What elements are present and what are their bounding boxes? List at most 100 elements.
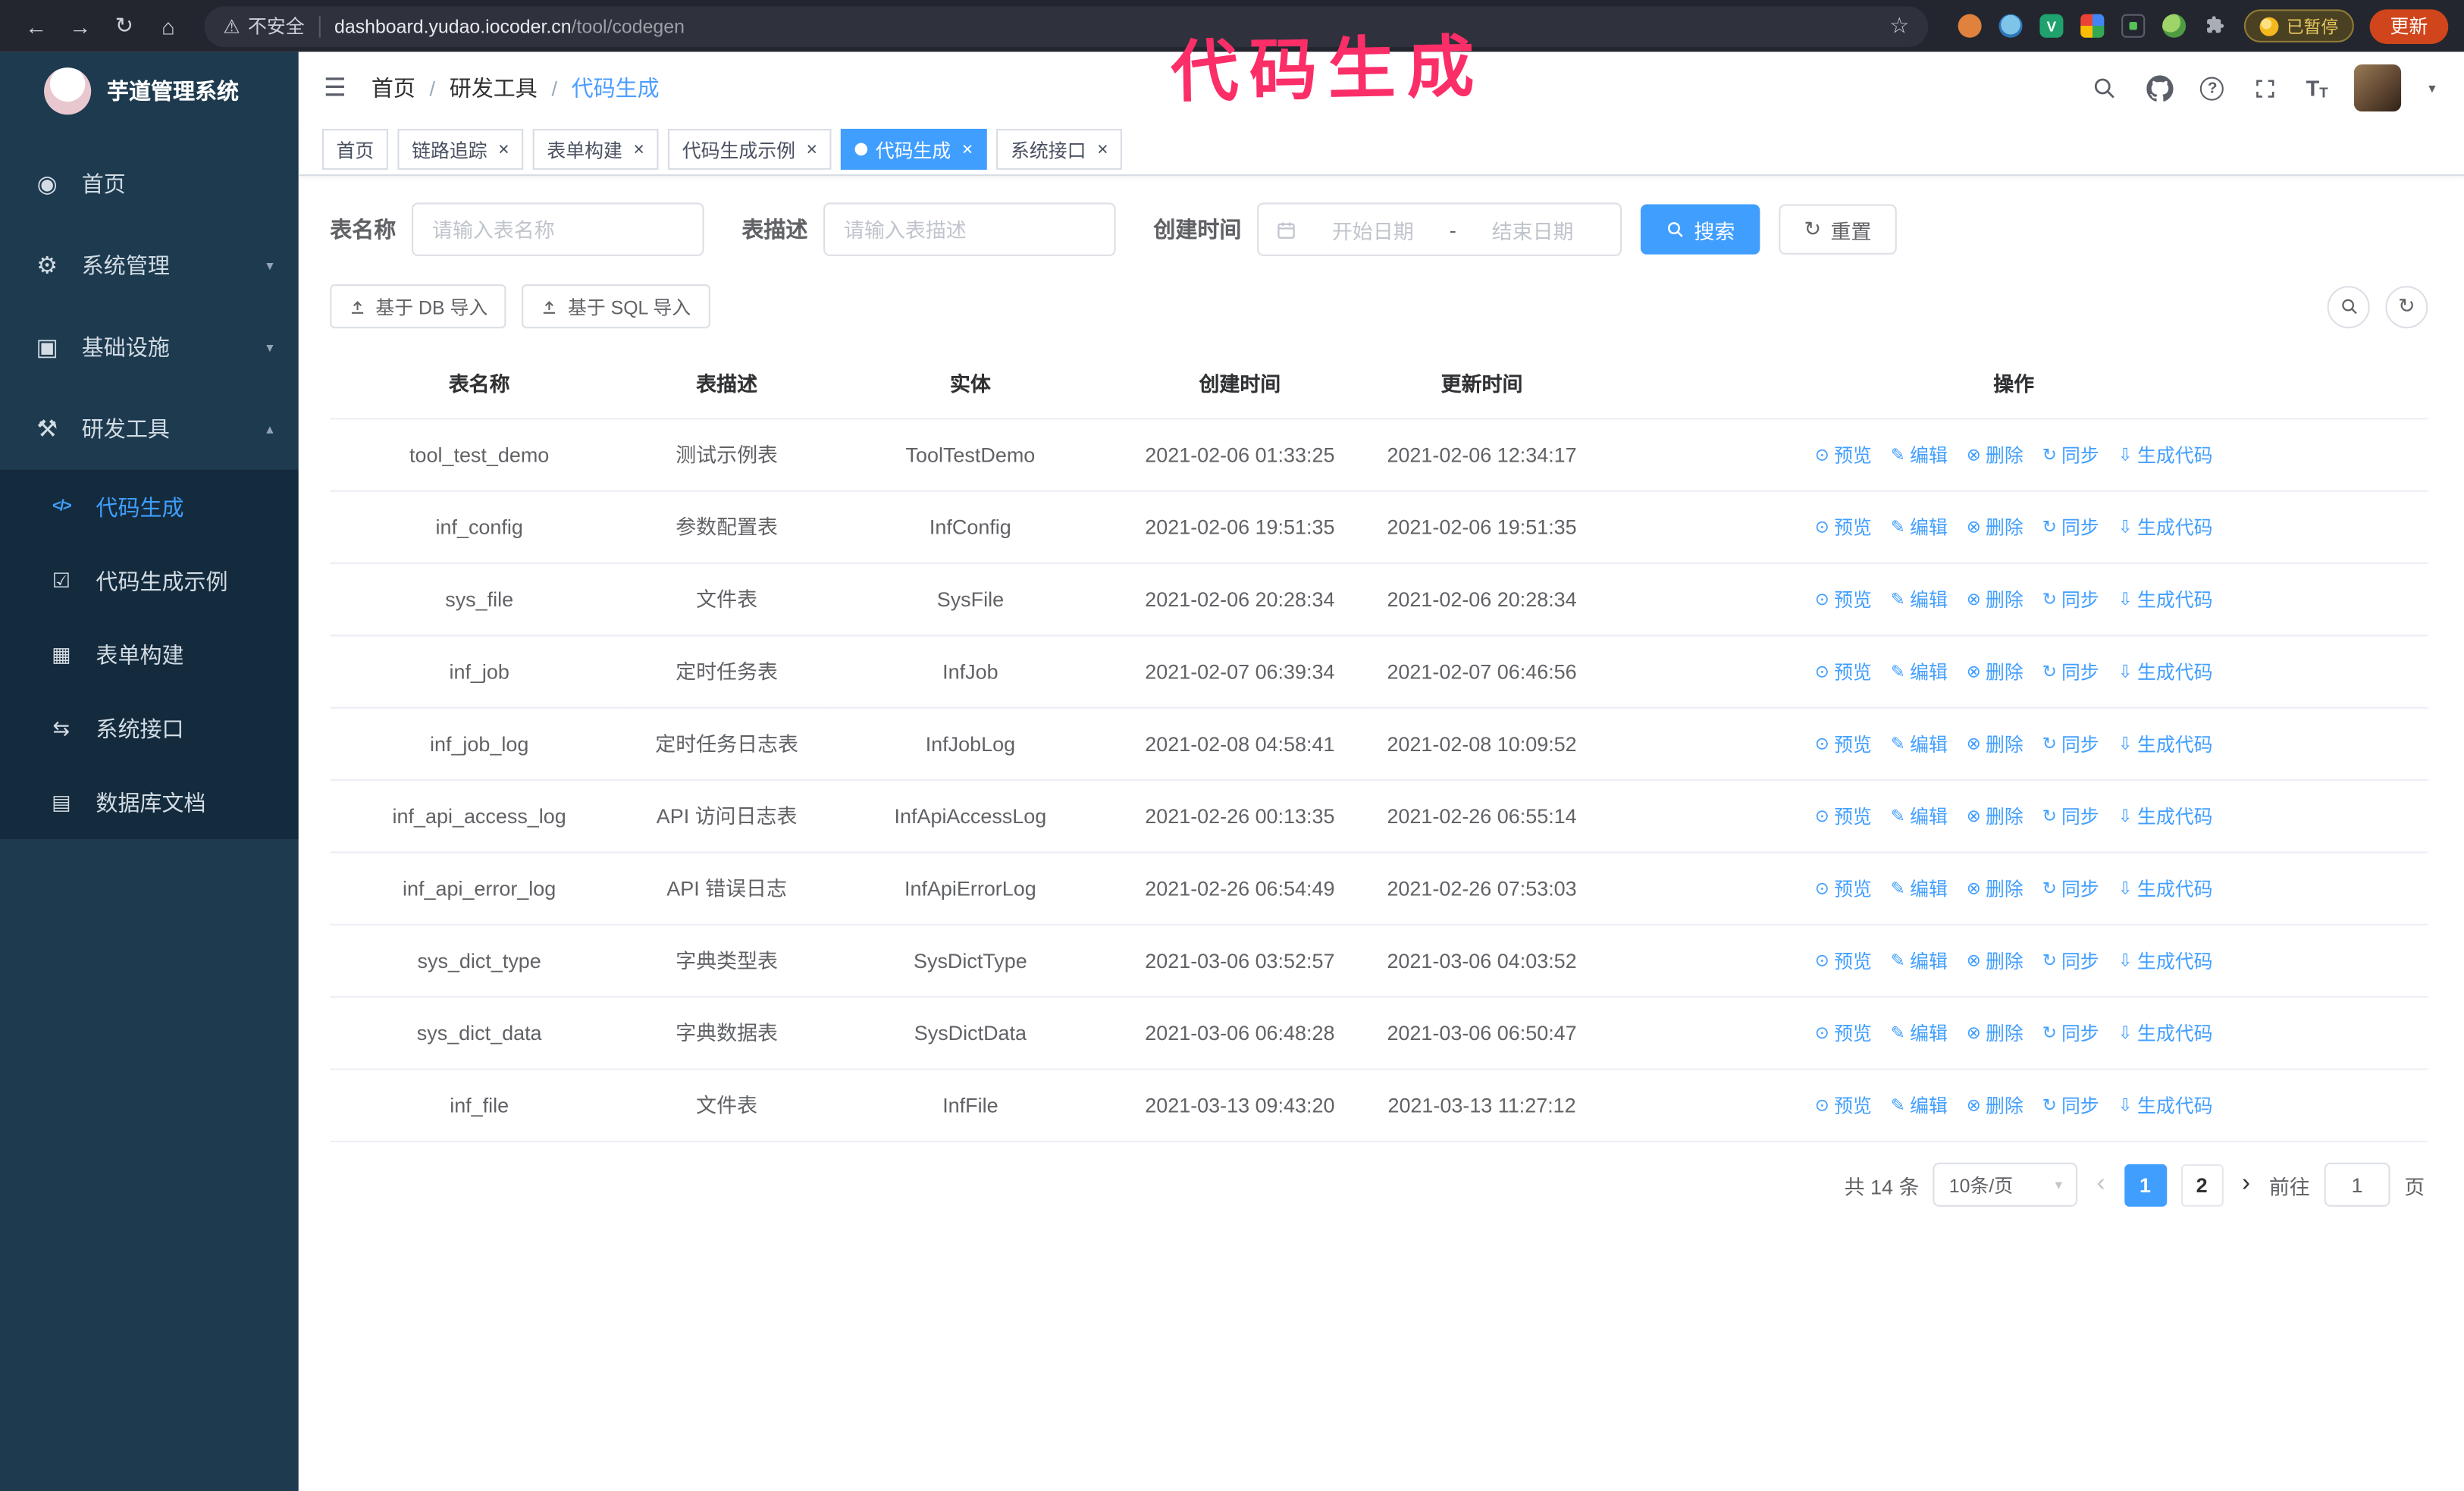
action-delete[interactable]: ⊗ 删除 (1967, 1018, 2024, 1051)
extension-icon-3[interactable] (2080, 14, 2105, 38)
sidebar-item-codegen-example[interactable]: ☑ 代码生成示例 (0, 543, 299, 617)
browser-update-button[interactable]: 更新 (2369, 8, 2449, 43)
action-preview[interactable]: ⊙ 预览 (1815, 512, 1872, 546)
breadcrumb-codegen[interactable]: 代码生成 (572, 72, 660, 103)
date-end-placeholder[interactable]: 结束日期 (1462, 215, 1603, 244)
sidebar-item-infrastructure[interactable]: ▣ 基础设施 ▾ (0, 306, 299, 388)
tab-close-icon[interactable]: × (962, 139, 973, 158)
action-delete[interactable]: ⊗ 删除 (1967, 946, 2024, 979)
page-number-2[interactable]: 2 (2180, 1163, 2224, 1206)
import-sql-button[interactable]: 基于 SQL 导入 (522, 284, 710, 329)
action-edit[interactable]: ✎ 编辑 (1891, 1018, 1948, 1051)
bookmark-star-icon[interactable]: ☆ (1889, 13, 1909, 39)
action-edit[interactable]: ✎ 编辑 (1891, 584, 1948, 618)
search-icon[interactable] (2091, 74, 2119, 102)
refresh-table-button[interactable]: ↻ (2385, 285, 2428, 328)
reload-icon[interactable]: ↻ (104, 5, 145, 46)
action-generate-code[interactable]: ⇩ 生成代码 (2118, 512, 2213, 546)
prev-page-button[interactable]: ‹ (2092, 1171, 2109, 1197)
action-sync[interactable]: ↻ 同步 (2042, 656, 2099, 690)
help-icon[interactable]: ? (2200, 76, 2224, 100)
goto-page-input[interactable] (2324, 1162, 2390, 1207)
action-sync[interactable]: ↻ 同步 (2042, 440, 2099, 473)
action-preview[interactable]: ⊙ 预览 (1815, 1018, 1872, 1051)
vue-devtools-icon[interactable]: V (2039, 14, 2064, 38)
sidebar-item-codegen[interactable]: </> 代码生成 (0, 470, 299, 543)
action-edit[interactable]: ✎ 编辑 (1891, 512, 1948, 546)
tab-close-icon[interactable]: × (633, 139, 644, 158)
font-size-icon[interactable]: TT (2306, 75, 2328, 100)
action-sync[interactable]: ↻ 同步 (2042, 584, 2099, 618)
github-icon[interactable] (2146, 74, 2174, 102)
action-sync[interactable]: ↻ 同步 (2042, 1090, 2099, 1123)
reset-button[interactable]: ↻ 重置 (1779, 204, 1897, 255)
tab[interactable]: 代码生成示例 × (668, 128, 832, 170)
fullscreen-icon[interactable] (2251, 74, 2279, 102)
profile-paused-badge[interactable]: 已暂停 (2243, 9, 2354, 42)
action-delete[interactable]: ⊗ 删除 (1967, 656, 2024, 690)
sidebar-item-db-docs[interactable]: ▤ 数据库文档 (0, 765, 299, 838)
sidebar-item-form-builder[interactable]: ▦ 表单构建 (0, 618, 299, 691)
action-delete[interactable]: ⊗ 删除 (1967, 801, 2024, 835)
tab[interactable]: 系统接口 × (996, 128, 1123, 170)
tab[interactable]: 表单构建 × (532, 128, 659, 170)
user-avatar[interactable] (2354, 64, 2403, 112)
sidebar-item-dev-tools[interactable]: ⚒ 研发工具 ▴ (0, 388, 299, 470)
action-generate-code[interactable]: ⇩ 生成代码 (2118, 946, 2213, 979)
action-sync[interactable]: ↻ 同步 (2042, 512, 2099, 546)
sidebar-item-system-api[interactable]: ⇆ 系统接口 (0, 691, 299, 765)
import-db-button[interactable]: 基于 DB 导入 (330, 284, 507, 329)
action-preview[interactable]: ⊙ 预览 (1815, 729, 1872, 763)
date-start-placeholder[interactable]: 开始日期 (1303, 215, 1443, 244)
action-generate-code[interactable]: ⇩ 生成代码 (2118, 656, 2213, 690)
table-desc-input[interactable] (823, 202, 1116, 256)
sidebar-logo[interactable]: 芋道管理系统 (0, 52, 299, 130)
action-delete[interactable]: ⊗ 删除 (1967, 512, 2024, 546)
tab-close-icon[interactable]: × (1097, 139, 1108, 158)
action-edit[interactable]: ✎ 编辑 (1891, 873, 1948, 907)
action-preview[interactable]: ⊙ 预览 (1815, 584, 1872, 618)
action-generate-code[interactable]: ⇩ 生成代码 (2118, 873, 2213, 907)
action-sync[interactable]: ↻ 同步 (2042, 801, 2099, 835)
action-generate-code[interactable]: ⇩ 生成代码 (2118, 440, 2213, 473)
show-search-toggle-button[interactable] (2327, 285, 2370, 328)
back-icon[interactable]: ← (16, 5, 57, 46)
action-delete[interactable]: ⊗ 删除 (1967, 440, 2024, 473)
action-sync[interactable]: ↻ 同步 (2042, 1018, 2099, 1051)
tab[interactable]: 代码生成 × (841, 128, 987, 170)
action-preview[interactable]: ⊙ 预览 (1815, 946, 1872, 979)
extension-icon-4[interactable] (2121, 14, 2146, 38)
search-button[interactable]: 搜索 (1640, 204, 1760, 255)
action-preview[interactable]: ⊙ 预览 (1815, 440, 1872, 473)
tab-close-icon[interactable]: × (498, 139, 509, 158)
extension-icon-1[interactable] (1958, 14, 1982, 38)
breadcrumb-home[interactable]: 首页 (371, 72, 415, 103)
forward-icon[interactable]: → (60, 5, 101, 46)
security-label[interactable]: 不安全 (248, 13, 305, 39)
action-sync[interactable]: ↻ 同步 (2042, 946, 2099, 979)
avatar-caret-icon[interactable]: ▾ (2428, 80, 2435, 97)
sidebar-item-home[interactable]: ◉ 首页 (0, 143, 299, 225)
action-generate-code[interactable]: ⇩ 生成代码 (2118, 1018, 2213, 1051)
action-edit[interactable]: ✎ 编辑 (1891, 946, 1948, 979)
create-time-range-picker[interactable]: 开始日期 - 结束日期 (1257, 202, 1622, 256)
action-edit[interactable]: ✎ 编辑 (1891, 656, 1948, 690)
extensions-puzzle-icon[interactable] (2203, 14, 2227, 38)
breadcrumb-dev-tools[interactable]: 研发工具 (450, 72, 538, 103)
tab-close-icon[interactable]: × (806, 139, 817, 158)
action-preview[interactable]: ⊙ 预览 (1815, 1090, 1872, 1123)
action-delete[interactable]: ⊗ 删除 (1967, 584, 2024, 618)
sidebar-item-system-management[interactable]: ⚙ 系统管理 ▾ (0, 224, 299, 306)
action-sync[interactable]: ↻ 同步 (2042, 729, 2099, 763)
action-generate-code[interactable]: ⇩ 生成代码 (2118, 584, 2213, 618)
action-edit[interactable]: ✎ 编辑 (1891, 729, 1948, 763)
extension-icon-5[interactable] (2162, 14, 2187, 38)
next-page-button[interactable]: › (2237, 1171, 2255, 1197)
action-edit[interactable]: ✎ 编辑 (1891, 801, 1948, 835)
home-icon[interactable]: ⌂ (148, 5, 189, 46)
action-edit[interactable]: ✎ 编辑 (1891, 440, 1948, 473)
tab[interactable]: 链路追踪 × (397, 128, 524, 170)
table-name-input[interactable] (412, 202, 704, 256)
action-generate-code[interactable]: ⇩ 生成代码 (2118, 1090, 2213, 1123)
page-number-1[interactable]: 1 (2124, 1163, 2167, 1206)
